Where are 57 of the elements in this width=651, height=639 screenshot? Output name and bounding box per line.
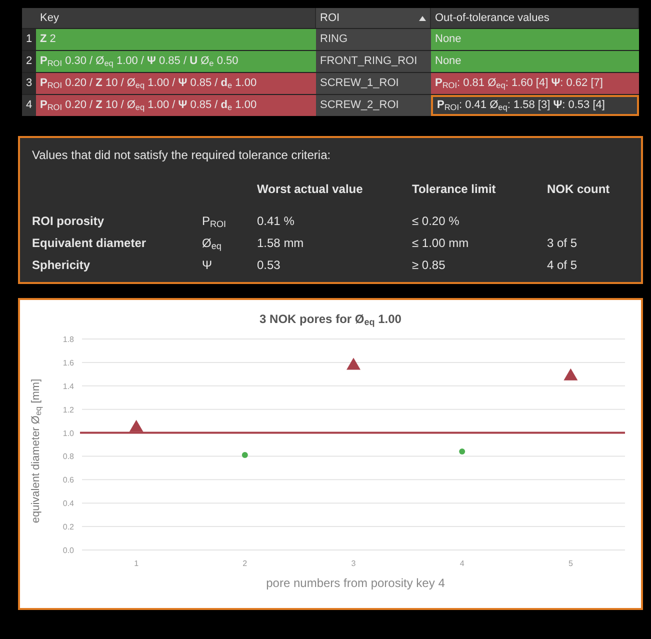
y-tick-label: 1.0 [62, 428, 74, 438]
table-row[interactable]: 4 P$_{ROI}$ 0.20 / Z 10 / Ø$_{eq}$ 1.00 / Ψ 0.85 / d$_{e}$ 1.00 SCREW_2_ROI P$_{ROI}$: 0.41 Ø$_{eq}$: 1.58 [3] Ψ: 0.53 [4] [22, 94, 639, 116]
y-tick-label: 1.8 [62, 335, 74, 344]
criterion-label: ROI porosity [32, 213, 106, 230]
tolerance-limit: ≤ 1.00 mm [412, 235, 470, 252]
roi-cell-text: SCREW_2_ROI [320, 98, 399, 114]
x-axis-label: pore numbers from porosity key 4 [266, 575, 445, 592]
key-cell: P$_{ROI}$ 0.20 / Z 10 / Ø$_{eq}$ 1.00 / Ψ 0.85 / d$_{e}$ 1.00 [36, 73, 316, 94]
y-tick-label: 1.2 [62, 405, 74, 414]
x-tick-label: 2 [242, 559, 248, 568]
row-number: 1 [26, 32, 32, 48]
y-tick-label: 1.6 [62, 358, 74, 368]
criterion-symbol: Ψ [202, 257, 214, 274]
column-header: NOK count [547, 181, 611, 198]
sort-ascending-icon [419, 16, 426, 20]
worst-value: 1.58 mm [257, 235, 305, 252]
x-tick-label: 4 [460, 559, 464, 568]
x-tick-label: 3 [351, 559, 356, 568]
roi-cell-text: SCREW_1_ROI [320, 76, 399, 92]
criterion-symbol: P$_{ROI}$ [202, 213, 228, 232]
column-header: Tolerance limit [412, 181, 497, 198]
roi-cell-text: RING [320, 32, 348, 48]
row-number: 4 [26, 98, 32, 114]
nok-count: 3 of 5 [547, 235, 578, 252]
values-cell: None [431, 29, 639, 50]
x-tick-label: 5 [568, 559, 573, 568]
y-tick-label: 1.4 [62, 382, 74, 391]
column-header[interactable]: ROI [316, 8, 431, 28]
y-tick-label: 0.4 [62, 499, 74, 508]
y-tick-label: 0.0 [62, 546, 74, 555]
worst-value: 0.53 [257, 257, 282, 274]
chart-title: 3 NOK pores for Ø$_{eq}$ 1.00 [260, 311, 402, 328]
key-cell: P$_{ROI}$ 0.20 / Z 10 / Ø$_{eq}$ 1.00 / Ψ 0.85 / d$_{e}$ 1.00 [36, 95, 316, 116]
nok-count: 4 of 5 [547, 257, 578, 274]
y-tick-label: 0.6 [62, 476, 74, 485]
row-number: 3 [26, 76, 32, 92]
criterion-label: Sphericity [32, 257, 92, 274]
column-header: Worst actual value [257, 181, 364, 198]
row-number: 2 [26, 54, 32, 70]
table-row[interactable]: 3 P$_{ROI}$ 0.20 / Z 10 / Ø$_{eq}$ 1.00 / Ψ 0.85 / d$_{e}$ 1.00 SCREW_1_ROI P$_{ROI}$: 0.81 Ø$_{eq}$: 1.60 [4] Ψ: 0.62 [7] [22, 72, 639, 94]
table-row[interactable]: 1 Z 2 RING None [22, 28, 639, 50]
values-cell: P$_{ROI}$: 0.41 Ø$_{eq}$: 1.58 [3] Ψ: 0.53 [4] [431, 95, 639, 116]
summary-heading: Values that did not satisfy the required tolerance criteria: [32, 147, 332, 164]
values-cell: P$_{ROI}$: 0.81 Ø$_{eq}$: 1.60 [4] Ψ: 0.62 [7] [431, 73, 639, 94]
y-tick-label: 0.2 [62, 522, 74, 532]
roi-cell-text: FRONT_RING_ROI [320, 54, 418, 70]
key-cell: Z 2 [36, 29, 316, 50]
tolerance-limit: ≥ 0.85 [412, 257, 446, 274]
criterion-symbol: Ø$_{eq}$ [202, 235, 222, 254]
criterion-label: Equivalent diameter [32, 235, 148, 252]
tolerance-limit: ≤ 0.20 % [412, 213, 460, 230]
key-cell: P$_{ROI}$ 0.30 / Ø$_{eq}$ 1.00 / Ψ 0.85 / U Ø$_{e}$ 0.50 [36, 51, 316, 72]
x-tick-label: 1 [134, 559, 139, 568]
values-cell: None [431, 51, 639, 72]
table-row[interactable]: 2 P$_{ROI}$ 0.30 / Ø$_{eq}$ 1.00 / Ψ 0.85 / U Ø$_{e}$ 0.50 FRONT_RING_ROI None [22, 50, 639, 72]
y-tick-label: 0.8 [62, 452, 74, 462]
worst-value: 0.41 % [257, 213, 296, 230]
